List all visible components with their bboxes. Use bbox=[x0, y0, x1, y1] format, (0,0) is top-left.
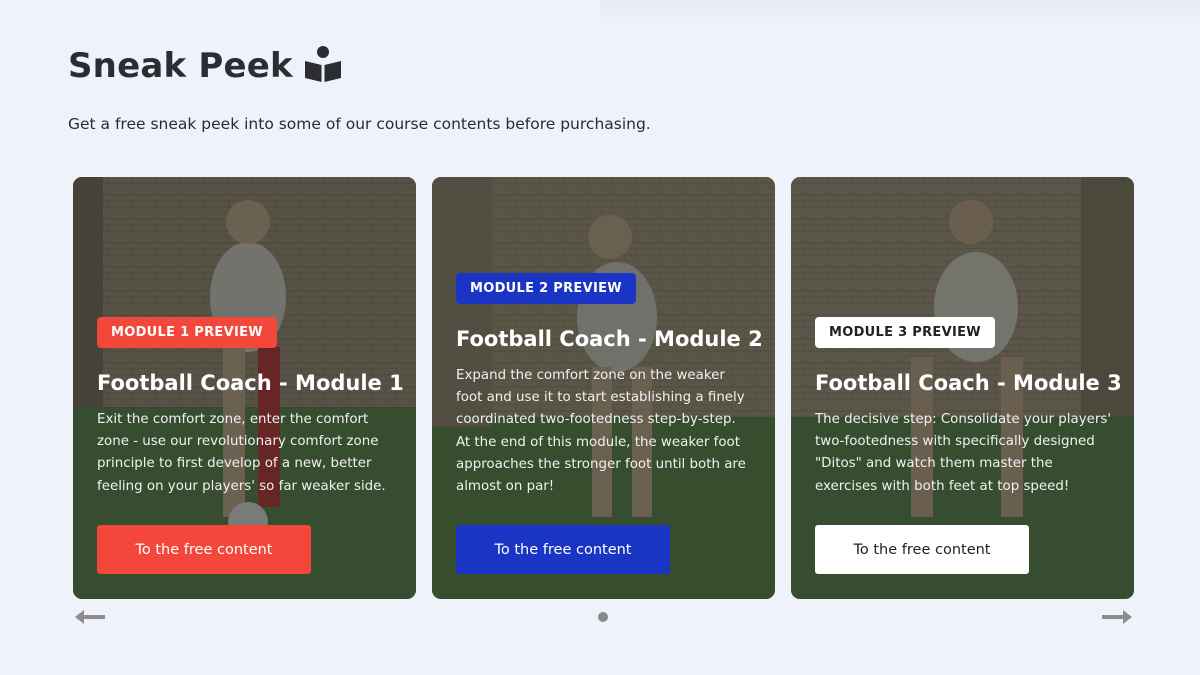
free-content-button[interactable]: To the free content bbox=[815, 525, 1029, 574]
section-header: Sneak Peek bbox=[68, 44, 343, 88]
top-fade-decoration bbox=[600, 0, 1200, 26]
module-card-1: MODULE 1 PREVIEW Football Coach - Module… bbox=[73, 177, 416, 599]
card-description: Expand the comfort zone on the weaker fo… bbox=[456, 368, 746, 495]
card-title: Football Coach - Module 2 bbox=[456, 327, 763, 351]
card-description: Exit the comfort zone, enter the comfort… bbox=[97, 412, 386, 494]
module-card-3: MODULE 3 PREVIEW Football Coach - Module… bbox=[791, 177, 1134, 599]
module-badge: MODULE 3 PREVIEW bbox=[815, 317, 995, 348]
module-badge: MODULE 1 PREVIEW bbox=[97, 317, 277, 348]
card-title: Football Coach - Module 1 bbox=[97, 371, 404, 395]
module-card-2: MODULE 2 PREVIEW Football Coach - Module… bbox=[432, 177, 775, 599]
arrow-left-icon[interactable] bbox=[73, 608, 107, 626]
carousel-page-dot[interactable] bbox=[598, 612, 608, 622]
card-title: Football Coach - Module 3 bbox=[815, 371, 1122, 395]
module-badge-label: MODULE 3 PREVIEW bbox=[829, 325, 981, 340]
free-content-button-label: To the free content bbox=[853, 541, 991, 558]
module-badge-label: MODULE 2 PREVIEW bbox=[470, 281, 622, 296]
book-reader-icon bbox=[303, 44, 343, 88]
free-content-button[interactable]: To the free content bbox=[456, 525, 670, 574]
arrow-right-icon[interactable] bbox=[1100, 608, 1134, 626]
module-badge-label: MODULE 1 PREVIEW bbox=[111, 325, 263, 340]
section-subtitle: Get a free sneak peek into some of our c… bbox=[68, 115, 651, 133]
module-badge: MODULE 2 PREVIEW bbox=[456, 273, 636, 304]
card-description: The decisive step: Consolidate your play… bbox=[815, 412, 1112, 494]
free-content-button-label: To the free content bbox=[135, 541, 273, 558]
page-title: Sneak Peek bbox=[68, 46, 293, 86]
free-content-button[interactable]: To the free content bbox=[97, 525, 311, 574]
free-content-button-label: To the free content bbox=[494, 541, 632, 558]
